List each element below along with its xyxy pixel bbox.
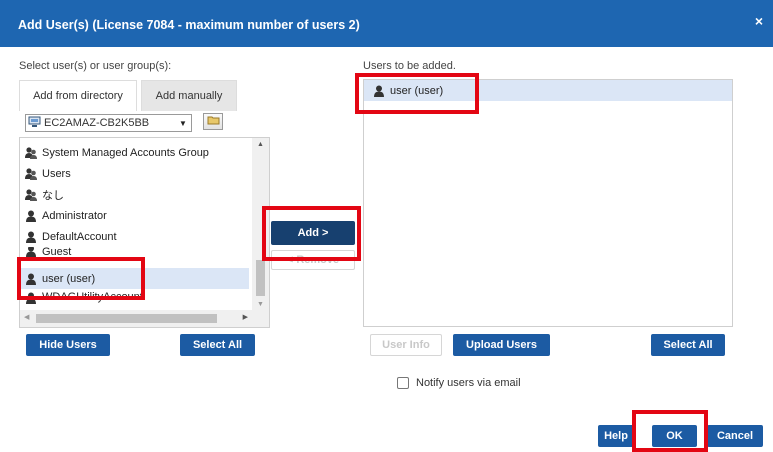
users-to-add-list[interactable]: user (user): [363, 79, 733, 327]
ok-button[interactable]: OK: [652, 425, 697, 447]
group-icon: [24, 167, 38, 181]
list-item-label: System Managed Accounts Group: [42, 146, 209, 159]
tab-label: Add from directory: [33, 90, 123, 102]
list-item[interactable]: System Managed Accounts Group: [20, 142, 249, 163]
close-icon[interactable]: ×: [755, 13, 763, 29]
list-item-label: WDAGUtilityAccount: [42, 291, 143, 303]
user-icon: [24, 230, 38, 244]
group-icon: [24, 188, 38, 202]
scroll-thumb[interactable]: [256, 260, 265, 296]
scroll-thumb[interactable]: [36, 314, 217, 323]
select-users-label: Select user(s) or user group(s):: [19, 60, 172, 72]
list-item[interactable]: Administrator: [20, 205, 249, 226]
horizontal-scrollbar[interactable]: ◀ ▶: [20, 310, 253, 327]
user-icon: [24, 209, 38, 223]
directory-user-list[interactable]: System Managed Accounts Group Users なし A…: [19, 137, 270, 328]
checkbox-box[interactable]: [397, 377, 409, 389]
folder-icon: [207, 115, 220, 128]
vertical-scrollbar[interactable]: ▲ ▼: [252, 138, 269, 311]
list-item[interactable]: WDAGUtilityAccount: [20, 291, 249, 311]
list-item-label: user (user): [390, 84, 444, 97]
user-info-button[interactable]: User Info: [370, 334, 442, 356]
list-item[interactable]: user (user): [364, 80, 732, 101]
list-item-label: Users: [42, 167, 71, 180]
tab-label: Add manually: [155, 90, 223, 102]
hide-users-button[interactable]: Hide Users: [26, 334, 110, 356]
add-button[interactable]: Add >: [271, 221, 355, 245]
tab-add-from-directory[interactable]: Add from directory: [19, 80, 137, 111]
list-item[interactable]: Users: [20, 163, 249, 184]
upload-users-button[interactable]: Upload Users: [453, 334, 550, 356]
list-item-selected[interactable]: user (user): [20, 268, 249, 289]
notify-email-label: Notify users via email: [416, 377, 521, 389]
scroll-right-icon[interactable]: ▶: [243, 313, 248, 321]
computer-icon: [28, 116, 41, 131]
scroll-left-icon[interactable]: ◀: [24, 313, 29, 321]
user-icon: [24, 272, 38, 286]
list-item[interactable]: なし: [20, 184, 249, 205]
select-all-left-button[interactable]: Select All: [180, 334, 255, 356]
browse-directory-button[interactable]: [203, 113, 223, 130]
tab-add-manually[interactable]: Add manually: [141, 80, 237, 111]
scroll-down-icon[interactable]: ▼: [257, 301, 264, 308]
dialog-titlebar: Add User(s) (License 7084 - maximum numb…: [0, 0, 773, 47]
user-icon: [24, 291, 38, 305]
list-item-label: なし: [42, 189, 64, 202]
chevron-down-icon: ▼: [179, 118, 187, 128]
user-icon: [372, 84, 386, 98]
list-item-label: Guest: [42, 247, 72, 258]
user-icon: [24, 247, 38, 258]
list-item[interactable]: DefaultAccount: [20, 226, 249, 247]
scroll-up-icon[interactable]: ▲: [257, 141, 264, 148]
remove-button[interactable]: < Remove: [271, 250, 355, 270]
dialog-title: Add User(s) (License 7084 - maximum numb…: [18, 18, 360, 32]
scrollbar-corner: [252, 310, 269, 327]
group-icon: [24, 146, 38, 160]
list-item-label: user (user): [42, 272, 96, 285]
users-to-add-label: Users to be added.: [363, 60, 456, 72]
help-button[interactable]: Help: [598, 425, 634, 447]
list-item-label: DefaultAccount: [42, 230, 117, 243]
list-item[interactable]: Guest: [20, 247, 249, 258]
select-all-right-button[interactable]: Select All: [651, 334, 725, 356]
cancel-button[interactable]: Cancel: [707, 425, 763, 447]
directory-select[interactable]: EC2AMAZ-CB2K5BB ▼: [25, 114, 192, 132]
list-item-label: Administrator: [42, 209, 107, 222]
directory-value: EC2AMAZ-CB2K5BB: [44, 117, 150, 129]
notify-email-checkbox[interactable]: Notify users via email: [397, 377, 521, 389]
